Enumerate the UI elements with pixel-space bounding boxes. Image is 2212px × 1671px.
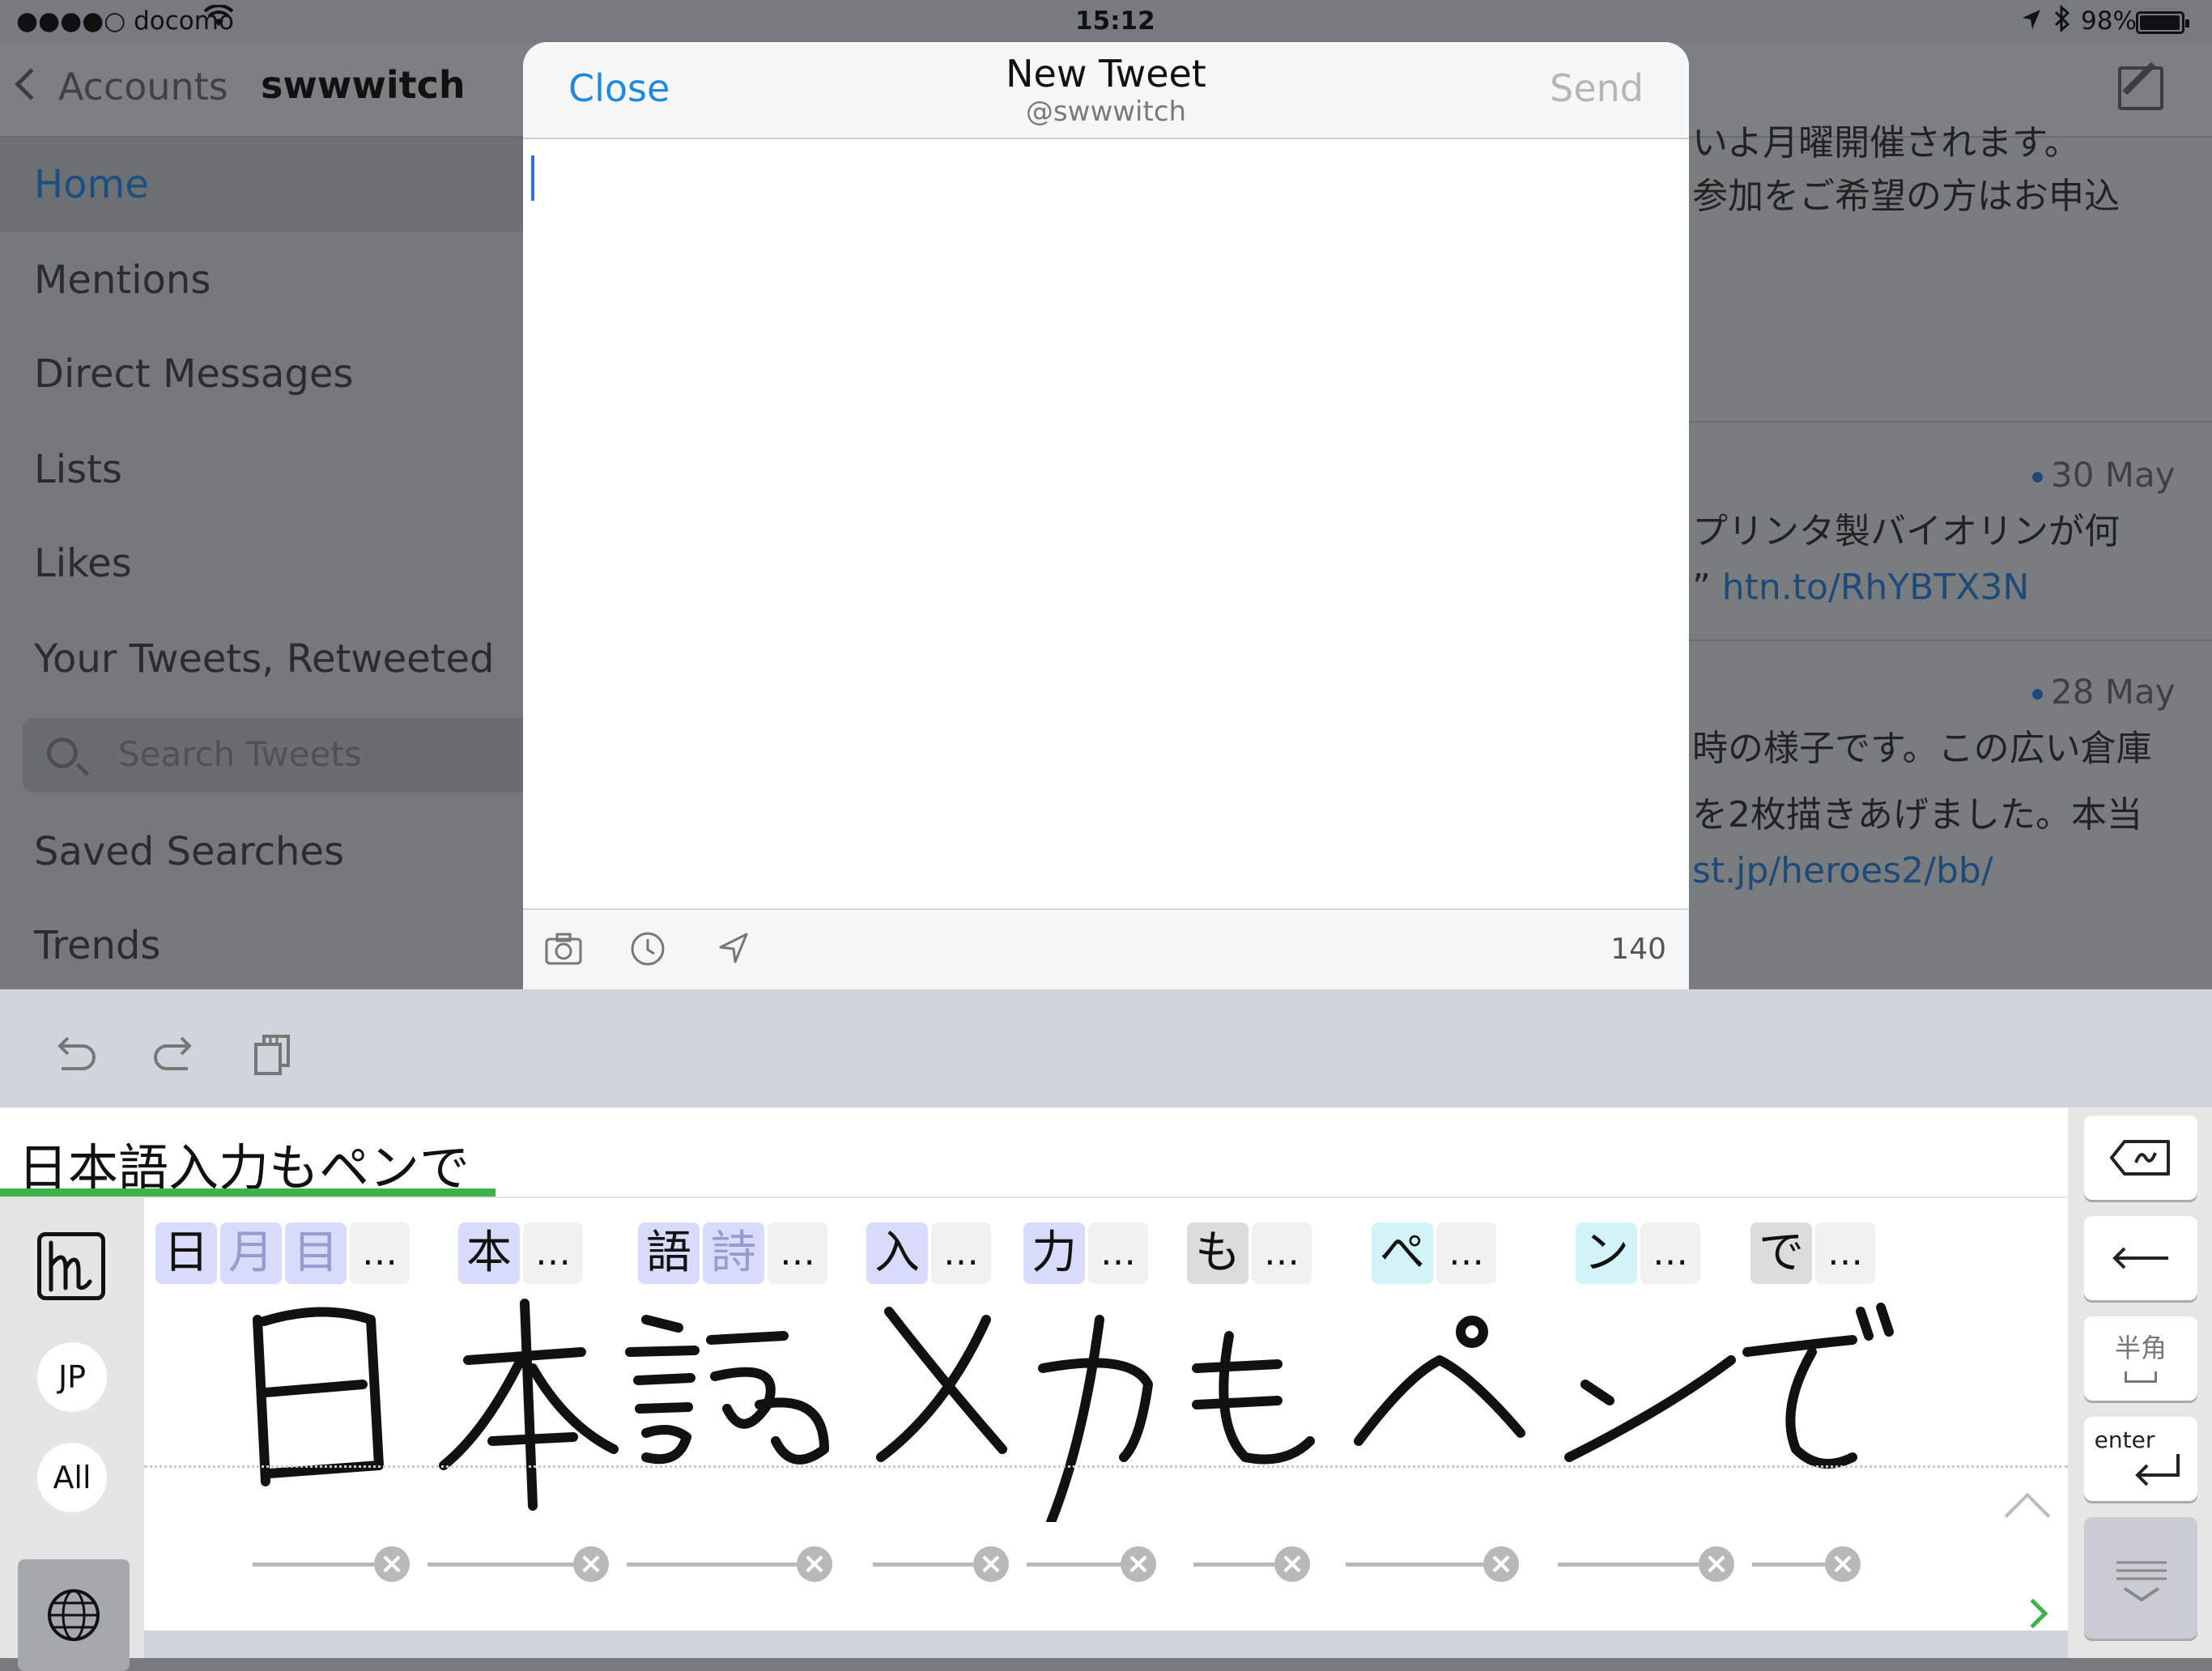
delete-segment-icon[interactable]: × — [573, 1546, 609, 1582]
tweet-text: プリンタ製バイオリンが何 — [1692, 511, 2120, 552]
tweet-date: 30 May — [2032, 455, 2176, 495]
location-icon[interactable] — [714, 929, 753, 968]
sheet-title: New Tweet — [1006, 52, 1206, 96]
redo-icon[interactable] — [151, 1030, 199, 1078]
arrow-left-icon — [2112, 1244, 2170, 1279]
battery-icon — [2136, 11, 2189, 34]
divider — [1688, 640, 2212, 641]
enter-label: enter — [2094, 1427, 2155, 1453]
keyboard-toolbar — [0, 989, 2212, 1108]
mode-jp-button[interactable]: JP — [37, 1342, 107, 1412]
delete-segment-icon[interactable]: × — [1274, 1546, 1310, 1582]
battery-percent: 98% — [2081, 6, 2137, 36]
hide-keyboard-key[interactable] — [2084, 1517, 2197, 1639]
sheet-subtitle: @swwwitch — [1025, 96, 1187, 128]
composition-underline — [0, 1188, 496, 1197]
delete-segment-icon[interactable]: × — [973, 1546, 1009, 1582]
new-tweet-sheet: Close New Tweet @swwwitch Send 140 — [523, 42, 1689, 989]
send-button[interactable]: Send — [1550, 66, 1644, 110]
segment-line — [1193, 1563, 1274, 1567]
enter-key[interactable]: enter — [2084, 1417, 2197, 1501]
delete-segment-icon[interactable]: × — [1121, 1546, 1156, 1582]
handwriting-ink — [253, 1299, 1894, 1522]
clock: 15:12 — [1075, 6, 1155, 36]
delete-segment-icon[interactable]: × — [374, 1546, 410, 1582]
segment-line — [1346, 1563, 1483, 1567]
battery-level — [2140, 15, 2180, 30]
unread-dot — [2032, 472, 2043, 483]
search-icon — [47, 738, 78, 768]
tweet-text-area[interactable] — [523, 139, 1689, 908]
delete-segment-icon[interactable]: × — [1825, 1546, 1861, 1582]
wifi-icon — [203, 3, 234, 36]
character-counter: 140 — [1610, 933, 1666, 966]
delete-segment-icon[interactable]: × — [1699, 1546, 1734, 1582]
hankaku-label: 半角 — [2114, 1333, 2167, 1363]
keyboard-mode-column: JP All — [0, 1198, 144, 1671]
backspace-icon — [2108, 1138, 2173, 1184]
backspace-key[interactable] — [2084, 1116, 2197, 1200]
divider — [1688, 421, 2212, 423]
hankaku-space-key[interactable]: 半角 — [2084, 1316, 2197, 1401]
undo-icon[interactable] — [50, 1030, 99, 1078]
writing-baseline — [144, 1465, 2068, 1468]
tweet-text: 参加をご希望の方はお申込 — [1692, 176, 2120, 217]
copy-icon[interactable] — [251, 1030, 300, 1078]
chevron-left-icon[interactable] — [15, 68, 47, 100]
tweet-link[interactable]: st.jp/heroes2/bb/ — [1692, 850, 1993, 891]
handwriting-keyboard: 日本語入力もペンで JP All 日 月 目 … 本 … 語 詩 … 入 … 力… — [0, 989, 2212, 1671]
compose-toolbar: 140 — [523, 908, 1689, 989]
composition-bar: 日本語入力もペンで — [0, 1108, 2068, 1198]
back-button[interactable]: Accounts — [58, 65, 228, 108]
space-icon — [2125, 1371, 2157, 1383]
delete-segment-icon[interactable]: × — [1483, 1546, 1519, 1582]
segment-line — [428, 1563, 573, 1567]
camera-icon[interactable] — [544, 929, 583, 968]
search-placeholder: Search Tweets — [118, 734, 362, 774]
tweet-text: いよ月曜開催されます。 — [1692, 122, 2080, 164]
segment-line — [1027, 1563, 1121, 1567]
tweet-text: 時の様子です。この広い倉庫 — [1692, 728, 2152, 769]
account-name: swwwitch — [261, 63, 466, 107]
cursor-left-key[interactable] — [2084, 1216, 2197, 1300]
sheet-header: Close New Tweet @swwwitch Send — [523, 42, 1689, 139]
unread-dot — [2032, 689, 2043, 699]
tweet-date-label: 28 May — [2051, 672, 2176, 712]
tweet-text: を2枚描きあげました。本当 — [1692, 794, 2142, 836]
segment-line — [627, 1563, 797, 1567]
mode-all-button[interactable]: All — [37, 1443, 107, 1512]
tweet-date-label: 30 May — [2051, 455, 2176, 495]
segment-line — [253, 1563, 374, 1567]
tweet-link[interactable]: htn.to/RhYBTX3N — [1722, 567, 2029, 608]
segment-line — [1752, 1563, 1825, 1567]
location-arrow-icon — [2021, 8, 2042, 37]
handwriting-mode-icon[interactable] — [37, 1232, 105, 1300]
status-bar: ●●●●○ docomo 15:12 98% — [0, 0, 2212, 42]
tweet-date: 28 May — [2032, 672, 2176, 712]
carrier-label: ●●●●○ docomo — [16, 6, 234, 36]
tweet-text: ” htn.to/RhYBTX3N — [1692, 567, 2029, 608]
keyboard-key-column: 半角 enter — [2068, 1108, 2212, 1658]
text-cursor — [531, 155, 534, 201]
segment-line — [1558, 1563, 1699, 1567]
delete-segment-icon[interactable]: × — [797, 1546, 832, 1582]
compose-icon[interactable] — [2118, 66, 2163, 110]
clock-icon[interactable] — [628, 929, 667, 968]
segment-line — [873, 1563, 973, 1567]
globe-button[interactable] — [18, 1559, 130, 1671]
bluetooth-icon — [2053, 4, 2071, 39]
return-icon — [2129, 1451, 2186, 1498]
handwriting-canvas[interactable]: 日 月 目 … 本 … 語 詩 … 入 … 力 … も … ぺ … ン … で … — [144, 1198, 2068, 1631]
tweet-text-prefix: ” — [1692, 567, 1722, 608]
globe-icon — [45, 1587, 102, 1647]
dismiss-keyboard-icon — [2113, 1558, 2170, 1613]
